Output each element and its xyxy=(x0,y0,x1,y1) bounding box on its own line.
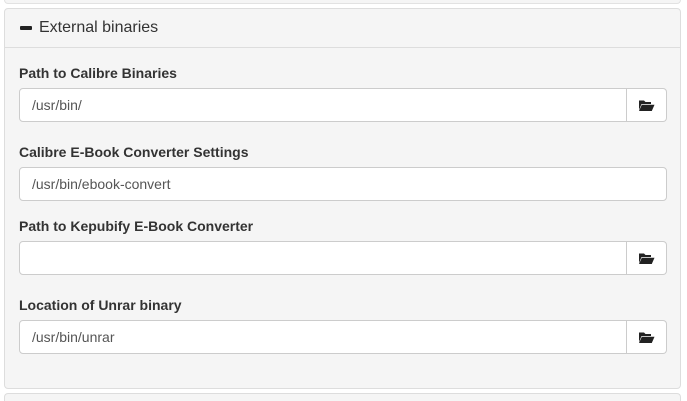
minus-icon xyxy=(20,26,32,30)
panel-title: External binaries xyxy=(39,19,159,36)
kepubify-path-label: Path to Kepubify E-Book Converter xyxy=(19,218,254,234)
calibre-binaries-input[interactable] xyxy=(19,88,627,122)
unrar-location-group xyxy=(19,320,667,354)
calibre-binaries-group xyxy=(19,88,667,122)
panel-heading-toggle[interactable]: External binaries xyxy=(5,9,680,48)
folder-open-icon xyxy=(638,331,655,344)
folder-open-icon xyxy=(638,99,655,112)
kepubify-path-browse-button[interactable] xyxy=(627,241,667,275)
previous-panel-edge xyxy=(4,0,681,4)
folder-open-icon xyxy=(638,252,655,265)
unrar-location-input[interactable] xyxy=(19,320,627,354)
calibre-binaries-browse-button[interactable] xyxy=(627,88,667,122)
next-panel-edge xyxy=(4,393,681,401)
unrar-location-browse-button[interactable] xyxy=(627,320,667,354)
unrar-location-label: Location of Unrar binary xyxy=(19,297,182,313)
kepubify-path-input[interactable] xyxy=(19,241,627,275)
external-binaries-panel: External binaries Path to Calibre Binari… xyxy=(4,8,681,389)
ebook-converter-settings-input[interactable] xyxy=(19,167,667,201)
calibre-binaries-label: Path to Calibre Binaries xyxy=(19,65,177,81)
kepubify-path-group xyxy=(19,241,667,275)
ebook-converter-settings-group xyxy=(19,167,667,201)
ebook-converter-settings-label: Calibre E-Book Converter Settings xyxy=(19,144,249,160)
